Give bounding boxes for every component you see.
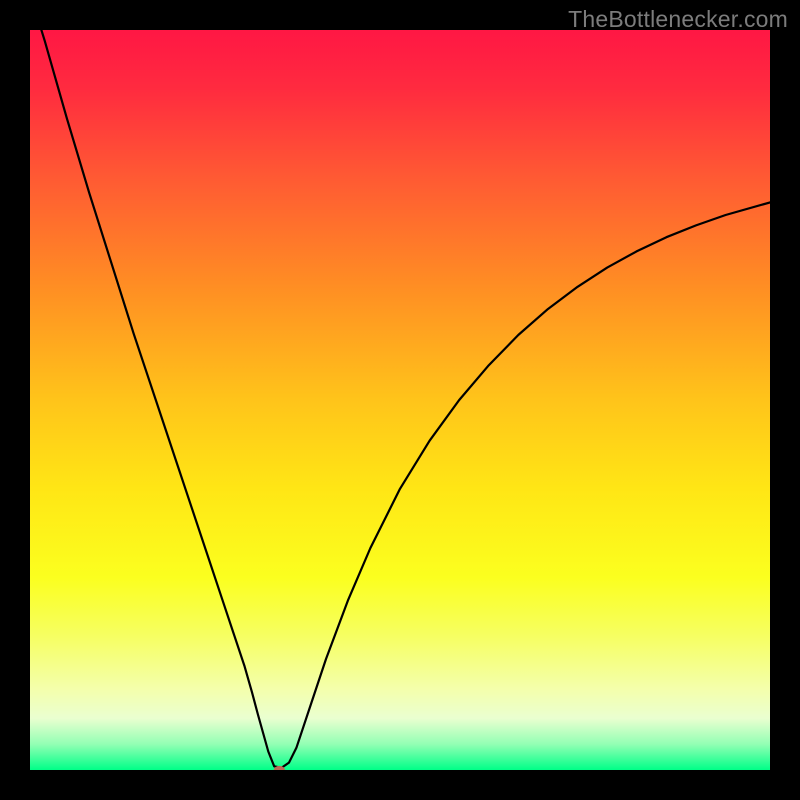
chart-frame: TheBottlenecker.com	[0, 0, 800, 800]
watermark-text: TheBottlenecker.com	[568, 6, 788, 33]
plot-area	[30, 30, 770, 770]
gradient-background	[30, 30, 770, 770]
chart-svg	[30, 30, 770, 770]
